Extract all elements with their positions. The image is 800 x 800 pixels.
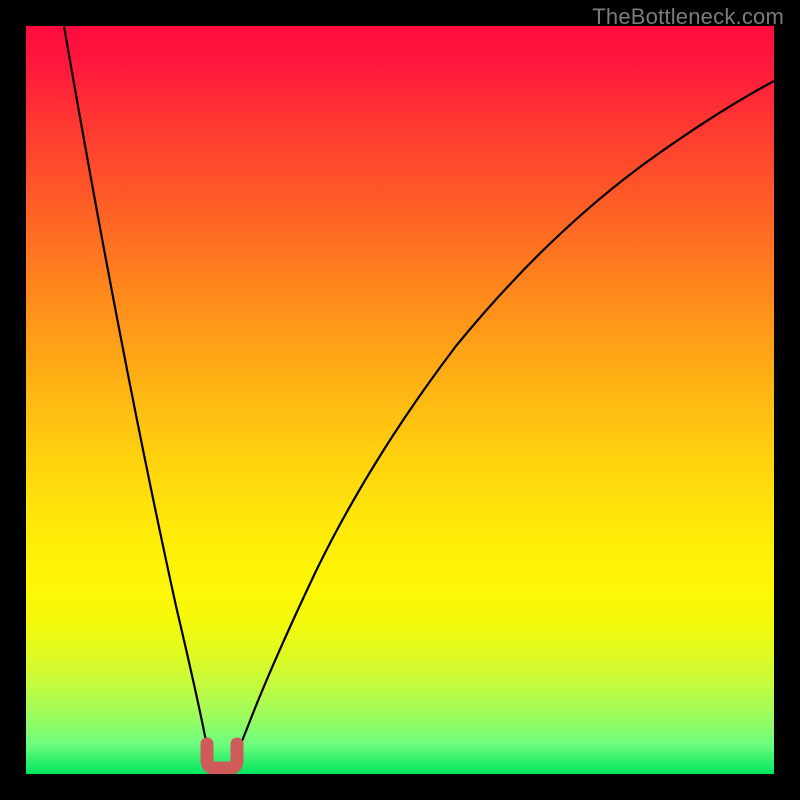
curve-layer xyxy=(26,26,774,774)
plot-area xyxy=(26,26,774,774)
curve-left-branch xyxy=(64,26,211,756)
chart-frame: TheBottleneck.com xyxy=(0,0,800,800)
curve-right-branch xyxy=(236,81,774,756)
optimal-marker xyxy=(207,744,237,768)
